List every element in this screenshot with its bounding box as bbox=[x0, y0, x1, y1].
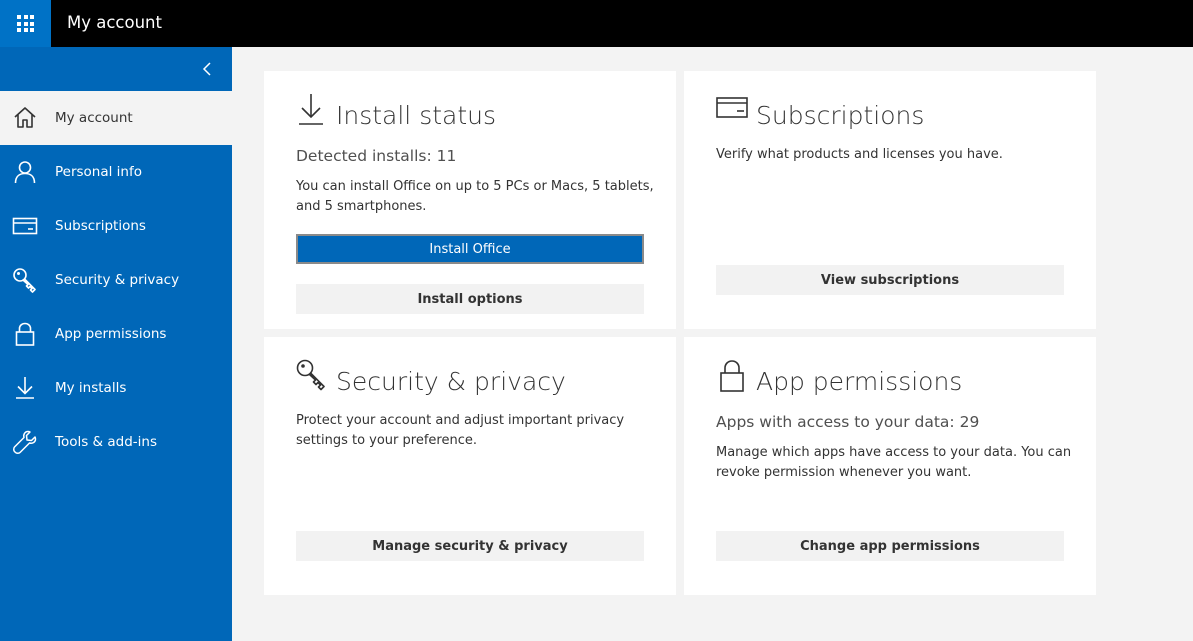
app-permissions-card: App permissions Apps with access to your… bbox=[684, 337, 1096, 595]
sidebar-item-security-privacy[interactable]: Security & privacy bbox=[0, 253, 232, 307]
waffle-icon bbox=[17, 15, 34, 32]
card-title: Subscriptions bbox=[756, 101, 925, 130]
key-icon bbox=[13, 268, 36, 293]
view-subscriptions-button[interactable]: View subscriptions bbox=[716, 265, 1064, 295]
sidebar-item-app-permissions[interactable]: App permissions bbox=[0, 307, 232, 361]
person-icon bbox=[14, 161, 36, 184]
security-privacy-card: Security & privacy Protect your account … bbox=[264, 337, 676, 595]
card-title: Security & privacy bbox=[336, 367, 566, 396]
wrench-icon bbox=[13, 430, 37, 454]
card-description: You can install Office on up to 5 PCs or… bbox=[296, 179, 654, 214]
card-icon bbox=[716, 97, 748, 118]
app-title: My account bbox=[67, 13, 162, 32]
install-office-button[interactable]: Install Office bbox=[296, 234, 644, 264]
sidebar-item-my-installs[interactable]: My installs bbox=[0, 361, 232, 415]
change-app-permissions-button[interactable]: Change app permissions bbox=[716, 531, 1064, 561]
sidebar-item-label: My account bbox=[55, 110, 133, 126]
app-launcher-button[interactable] bbox=[0, 0, 51, 47]
card-description: Verify what products and licenses you ha… bbox=[716, 147, 1003, 162]
sidebar-item-tools-add-ins[interactable]: Tools & add-ins bbox=[0, 415, 232, 469]
install-status-card: Install status Detected installs: 11 You… bbox=[264, 71, 676, 329]
card-title: App permissions bbox=[756, 367, 963, 396]
lock-icon bbox=[15, 322, 35, 346]
card-description: Protect your account and adjust importan… bbox=[296, 413, 625, 448]
manage-security-privacy-button[interactable]: Manage security & privacy bbox=[296, 531, 644, 561]
download-icon bbox=[299, 94, 323, 125]
sidebar-item-label: Personal info bbox=[55, 164, 142, 180]
sidebar-item-label: Security & privacy bbox=[55, 272, 180, 288]
lock-icon bbox=[720, 360, 744, 392]
sidebar-item-label: Tools & add-ins bbox=[55, 434, 157, 450]
key-icon bbox=[296, 359, 325, 391]
sidebar-item-subscriptions[interactable]: Subscriptions bbox=[0, 199, 232, 253]
detected-installs-count: Detected installs: 11 bbox=[296, 147, 457, 165]
top-bar: My account bbox=[0, 0, 1193, 47]
collapse-sidebar-button[interactable] bbox=[190, 55, 224, 83]
card-icon bbox=[12, 217, 38, 235]
card-title: Install status bbox=[336, 101, 497, 130]
sidebar-item-label: My installs bbox=[55, 380, 127, 396]
install-options-button[interactable]: Install options bbox=[296, 284, 644, 314]
card-description: Manage which apps have access to your da… bbox=[716, 445, 1072, 480]
download-icon bbox=[16, 377, 34, 399]
chevron-left-icon bbox=[202, 62, 211, 76]
apps-with-access-count: Apps with access to your data: 29 bbox=[716, 413, 980, 431]
home-icon bbox=[14, 107, 36, 128]
subscriptions-card: Subscriptions Verify what products and l… bbox=[684, 71, 1096, 329]
sidebar: My account Personal info Subscriptions S… bbox=[0, 47, 232, 641]
sidebar-item-label: Subscriptions bbox=[55, 218, 146, 234]
sidebar-item-my-account[interactable]: My account bbox=[0, 91, 232, 145]
sidebar-item-label: App permissions bbox=[55, 326, 167, 342]
sidebar-nav: My account Personal info Subscriptions S… bbox=[0, 91, 232, 469]
sidebar-item-personal-info[interactable]: Personal info bbox=[0, 145, 232, 199]
